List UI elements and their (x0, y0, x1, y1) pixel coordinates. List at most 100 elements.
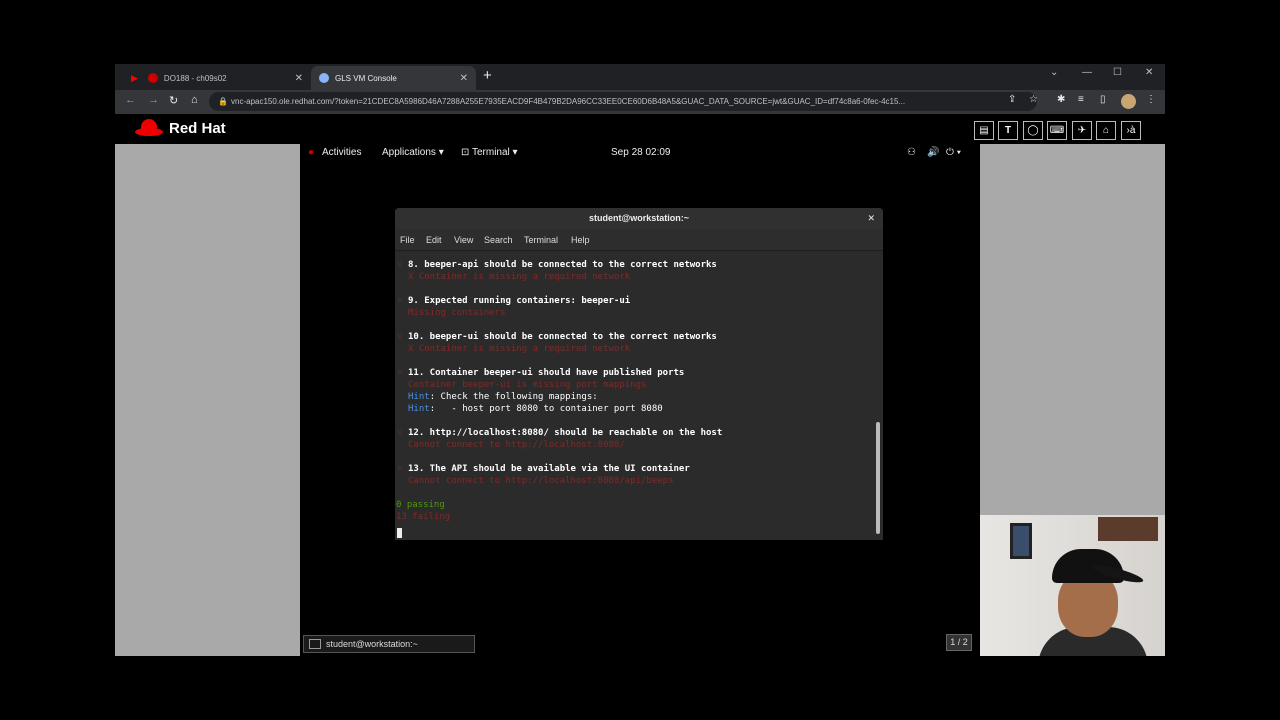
line-text: : - host port 8080 to container port 808… (429, 404, 663, 414)
terminal-cursor (397, 528, 402, 538)
text-icon[interactable]: T (998, 121, 1018, 140)
line-text: Container beeper-ui is missing port mapp… (408, 380, 647, 390)
terminal-line: ✕ 12. http://localhost:8080/ should be re… (397, 428, 723, 438)
line-text: X Container is missing a required networ… (408, 344, 631, 354)
close-tab-icon[interactable]: ✕ (295, 73, 303, 84)
terminal-line: X Container is missing a required networ… (408, 272, 630, 282)
terminal-line: Missing containers (408, 308, 506, 318)
line-text: 13 failing (396, 512, 451, 522)
menu-search[interactable]: Search (484, 235, 513, 245)
line-text: 9. Expected running containers: beeper-u… (408, 296, 631, 306)
terminal-line: Hint: Check the following mappings: (408, 392, 598, 402)
close-terminal-button[interactable]: ✕ (867, 208, 875, 229)
url-text: vnc-apac150.ole.redhat.com/?token=21CDEC… (231, 97, 906, 106)
terminal-menubar: File Edit View Search Terminal Help (395, 229, 883, 251)
close-window-button[interactable]: ✕ (1145, 67, 1153, 78)
maximize-button[interactable]: ☐ (1113, 67, 1122, 78)
reading-list-icon[interactable]: ≡ (1078, 94, 1084, 105)
line-text: 12. http://localhost:8080/ should be rea… (408, 428, 723, 438)
terminal-line: Container beeper-ui is missing port mapp… (408, 380, 646, 390)
close-tab-icon[interactable]: ✕ (460, 73, 468, 84)
redhat-favicon-icon (147, 73, 158, 83)
terminal-output[interactable]: ✕ 8. beeper-api should be connected to th… (395, 252, 875, 540)
redhat-header: Red Hat ▤ T ◯ ⌨ ✈ ⌂ ›à (115, 114, 1165, 144)
terminal-scrollbar[interactable] (876, 422, 880, 534)
share-icon[interactable]: ⇪ (1008, 94, 1016, 105)
bookmark-star-icon[interactable]: ☆ (1029, 94, 1038, 105)
terminal-line: ✕ 9. Expected running containers: beeper-… (397, 296, 631, 306)
minimize-button[interactable]: — (1082, 67, 1092, 78)
terminal-line: ✕ 8. beeper-api should be connected to th… (397, 260, 717, 270)
fail-mark-icon: ✕ (397, 296, 403, 306)
forward-button[interactable]: → (148, 94, 159, 106)
back-button[interactable]: ← (125, 94, 136, 106)
line-text: 0 passing (396, 500, 445, 510)
reload-button[interactable]: ↻ (169, 94, 178, 107)
fail-mark-icon: ✕ (397, 368, 403, 378)
document-icon[interactable]: ▤ (974, 121, 994, 140)
lock-icon: 🔒 (218, 97, 228, 106)
keyboard-icon[interactable]: ⌨ (1047, 121, 1067, 140)
terminal-line: Hint: - host port 8080 to container port… (408, 404, 663, 414)
tab-gls-vm-console[interactable]: GLS VM Console ✕ (311, 66, 476, 90)
line-text: 11. Container beeper-ui should have publ… (408, 368, 685, 378)
brand-name: Red Hat (169, 119, 226, 137)
home-button[interactable]: ⌂ (191, 94, 198, 106)
line-text: X Container is missing a required networ… (408, 272, 631, 282)
hint-label: Hint (408, 392, 430, 402)
refresh-icon[interactable]: ◯ (1023, 121, 1043, 140)
globe-icon (319, 73, 329, 83)
menu-view[interactable]: View (454, 235, 473, 245)
fail-mark-icon: ✕ (397, 332, 403, 342)
profile-avatar[interactable] (1121, 94, 1136, 109)
tab-bar: ▶ DO188 - ch09s02 ✕ GLS VM Console ✕ + ⌄… (115, 64, 1165, 90)
terminal-line: Cannot connect to http://localhost:8080/ (408, 440, 625, 450)
terminal-line: ✕ 13. The API should be available via the… (397, 464, 690, 474)
redhat-logo: Red Hat (135, 118, 226, 138)
taskbar-terminal-item[interactable]: student@workstation:~ (303, 635, 475, 653)
webcam-overlay (980, 515, 1165, 656)
left-gray-pane (115, 144, 300, 656)
terminal-line: ✕ 10. beeper-ui should be connected to th… (397, 332, 717, 342)
volume-icon[interactable]: 🔊 (927, 147, 939, 158)
network-icon[interactable]: ⚇ (907, 147, 916, 158)
workspace-indicator[interactable]: 1 / 2 (946, 634, 972, 651)
terminal-titlebar[interactable]: student@workstation:~ ✕ (395, 208, 883, 229)
power-icon[interactable]: ⏻ ▾ (946, 147, 961, 158)
menu-edit[interactable]: Edit (426, 235, 442, 245)
youtube-icon: ▶ (131, 72, 138, 83)
tab-label: GLS VM Console (335, 73, 397, 83)
tab-do188[interactable]: ▶ DO188 - ch09s02 ✕ (123, 66, 311, 90)
lock-icon[interactable]: ⌂ (1096, 121, 1116, 140)
new-tab-button[interactable]: + (483, 67, 492, 84)
line-text: 13. The API should be available via the … (408, 464, 690, 474)
menu-kebab-icon[interactable]: ⋮ (1146, 94, 1156, 105)
terminal-window[interactable]: student@workstation:~ ✕ File Edit View S… (395, 208, 883, 540)
terminal-icon (309, 639, 321, 649)
terminal-line: ✕ 11. Container beeper-ui should have pub… (397, 368, 685, 378)
menu-terminal[interactable]: Terminal (524, 235, 558, 245)
activities-button[interactable]: Activities (322, 147, 361, 158)
fail-mark-icon: ✕ (397, 428, 403, 438)
terminal-line: Cannot connect to http://localhost:8080/… (408, 476, 674, 486)
side-panel-icon[interactable]: ▯ (1100, 94, 1106, 105)
pin-icon[interactable]: ✈ (1072, 121, 1092, 140)
right-gray-pane (980, 144, 1165, 515)
line-text: Cannot connect to http://localhost:8080/… (408, 476, 674, 486)
menu-help[interactable]: Help (571, 235, 590, 245)
gnome-top-bar: ● Activities Applications ▾ ⊡ Terminal ▾… (300, 144, 980, 162)
vm-screen[interactable]: ● Activities Applications ▾ ⊡ Terminal ▾… (300, 144, 980, 656)
line-text: 10. beeper-ui should be connected to the… (408, 332, 717, 342)
tab-search-icon[interactable]: ⌄ (1050, 67, 1058, 78)
line-text: : Check the following mappings: (429, 392, 598, 402)
console-icon[interactable]: ›à (1121, 121, 1141, 140)
tab-label: DO188 - ch09s02 (163, 73, 227, 83)
url-bar[interactable]: 🔒 vnc-apac150.ole.redhat.com/?token=21CD… (209, 92, 1037, 111)
terminal-app-menu[interactable]: ⊡ Terminal ▾ (461, 147, 518, 158)
menu-file[interactable]: File (400, 235, 415, 245)
applications-menu[interactable]: Applications ▾ (382, 147, 444, 158)
clock[interactable]: Sep 28 02:09 (611, 147, 671, 158)
extensions-icon[interactable]: ✱ (1057, 94, 1065, 105)
terminal-line: 13 failing (396, 512, 450, 522)
terminal-line: X Container is missing a required networ… (408, 344, 630, 354)
